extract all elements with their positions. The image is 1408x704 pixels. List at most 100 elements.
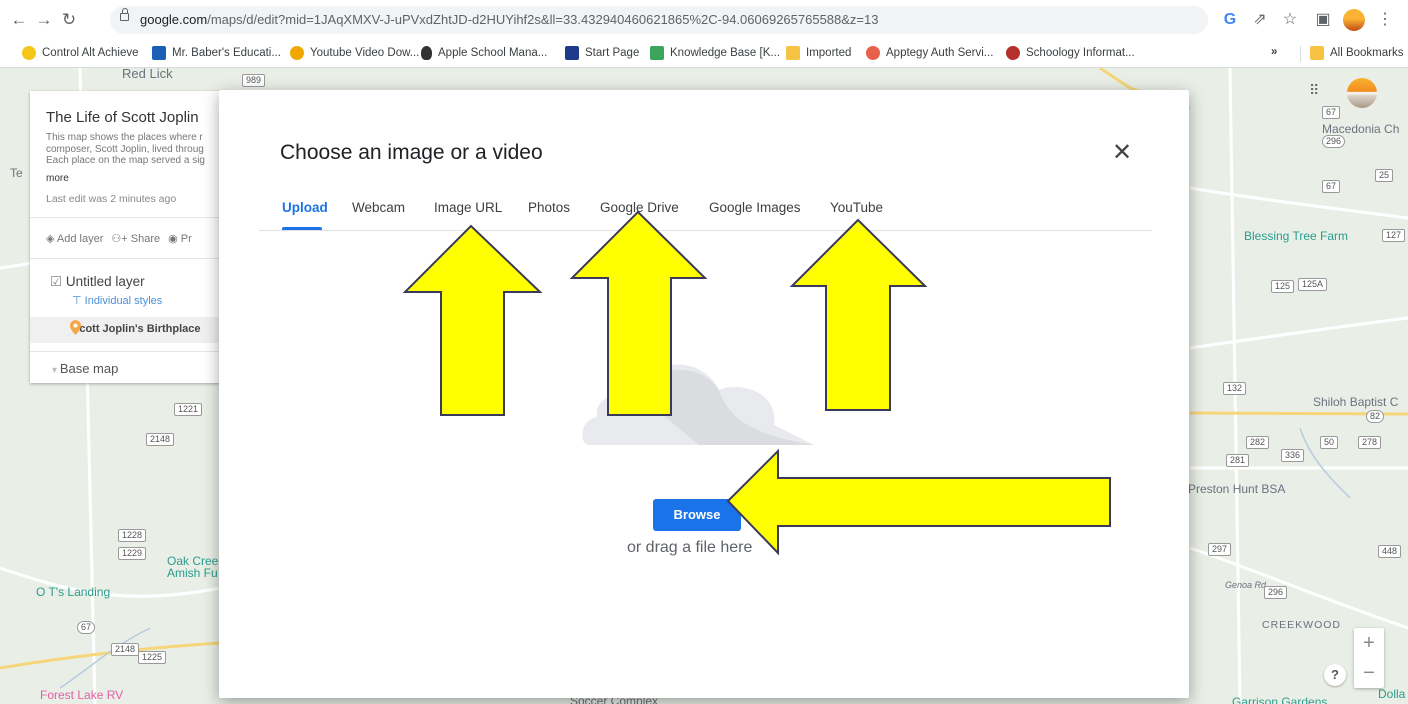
place-label: Blessing Tree Farm [1244,229,1349,243]
bookmark-item[interactable]: Apple School Mana... [421,46,547,60]
route-shield: 1225 [138,651,167,664]
more-link[interactable]: more [46,173,69,184]
route-shield: 2148 [111,643,140,656]
route-shield: 296 [1322,135,1346,148]
media-source-tabs: Upload Webcam Image URL Photos Google Dr… [259,190,1152,231]
bookmark-item[interactable]: Start Page [565,46,639,60]
browse-button[interactable]: Browse [653,499,741,531]
google-icon[interactable]: G [1220,9,1240,31]
star-icon[interactable]: ☆ [1280,9,1300,31]
map-title[interactable]: The Life of Scott Joplin [46,109,199,126]
tab-upload[interactable]: Upload [282,200,328,215]
add-person-icon: ⚇+ [111,233,131,245]
apps-grid-icon[interactable]: ⠿ [1309,82,1325,98]
route-shield: 448 [1378,545,1402,558]
url-text[interactable]: google.com/maps/d/edit?mid=1JAqXMXV-J-uP… [140,12,878,27]
layer-style-link[interactable]: ⊤ Individual styles [72,294,162,307]
map-details-panel: The Life of Scott Joplin This map shows … [30,91,230,383]
base-map-toggle[interactable]: ▾ Base map [52,361,118,376]
route-shield: 67 [77,621,96,634]
route-shield: 82 [1366,410,1385,423]
zoom-controls: + − [1354,628,1384,688]
address-bar[interactable]: google.com/maps/d/edit?mid=1JAqXMXV-J-uP… [110,6,1208,34]
place-label: Shiloh Baptist C [1313,395,1399,409]
route-shield: 336 [1281,449,1305,462]
bookmark-item[interactable]: Schoology Informat... [1006,46,1135,60]
close-icon[interactable]: ✕ [1111,141,1133,165]
route-shield: 297 [1208,543,1232,556]
bookmarks-bar: Control Alt Achieve Mr. Baber's Educati.… [0,40,1408,68]
bulb-icon [22,46,36,60]
road-label: Genoa Rd [1225,580,1267,590]
sidepanel-icon[interactable]: ▣ [1313,9,1333,31]
bookmark-item[interactable]: Mr. Baber's Educati... [152,46,281,60]
reload-icon[interactable]: ↻ [58,9,80,31]
panel-actions: ◈ Add layer ⚇+ Share ◉ Pr [46,232,192,245]
site-icon [650,46,664,60]
bookmarks-overflow[interactable]: » [1271,46,1277,58]
tab-photos[interactable]: Photos [528,200,570,215]
add-layer-button[interactable]: ◈ Add layer [46,232,103,245]
bookmark-item[interactable]: Knowledge Base [K... [650,46,780,60]
active-tab-indicator [282,227,322,230]
tab-google-images[interactable]: Google Images [709,200,801,215]
map-pin-icon [70,320,81,335]
route-shield: 1229 [118,547,147,560]
checkbox-icon[interactable]: ☑ [50,274,66,289]
bookmark-item[interactable]: Youtube Video Dow... [290,46,419,60]
drag-drop-hint: or drag a file here [627,539,753,556]
feature-label: Scott Joplin's Birthplace [72,323,201,335]
all-bookmarks[interactable]: All Bookmarks [1310,46,1404,60]
route-shield: 132 [1223,382,1247,395]
chevron-down-icon[interactable]: ▾ [52,365,60,376]
help-button[interactable]: ? [1324,664,1346,686]
kebab-menu-icon[interactable]: ⋮ [1375,9,1395,31]
insert-media-dialog: Choose an image or a video ✕ Upload Webc… [219,90,1189,698]
place-label: Garrison Gardens [1232,695,1328,704]
place-label: Red Lick [122,68,173,81]
share-button[interactable]: ⚇+ Share [111,232,160,245]
tab-google-drive[interactable]: Google Drive [600,200,679,215]
folder-icon [1310,46,1324,60]
route-shield: 278 [1358,436,1382,449]
tab-image-url[interactable]: Image URL [434,200,502,215]
route-shield: 1221 [174,403,203,416]
browser-toolbar: ← → ↻ google.com/maps/d/edit?mid=1JAqXMX… [0,0,1408,40]
map-description[interactable]: This map shows the places where r compos… [46,132,226,167]
place-label: Preston Hunt BSA [1188,482,1286,496]
bookmark-item[interactable]: Control Alt Achieve [22,46,139,60]
bookmark-item[interactable]: Apptegy Auth Servi... [866,46,993,60]
folder-icon [786,46,800,60]
avatar[interactable] [1347,78,1377,108]
site-icon [565,46,579,60]
profile-icon[interactable] [1343,9,1365,31]
place-label: Forest Lake RV [40,688,124,702]
forward-icon[interactable]: → [33,9,55,31]
share-icon[interactable]: ⇗ [1250,9,1270,31]
place-label: CREEKWOOD [1262,619,1342,631]
route-shield: 125 [1271,280,1295,293]
tab-webcam[interactable]: Webcam [352,200,405,215]
place-label: Amish Fu [167,566,218,580]
route-shield: 50 [1320,436,1339,449]
zoom-out-button[interactable]: − [1354,658,1384,688]
tab-youtube[interactable]: YouTube [830,200,883,215]
lock-icon [120,8,129,21]
layer-toggle[interactable]: ☑ Untitled layer [50,274,145,290]
route-shield: 296 [1264,586,1288,599]
site-icon [152,46,166,60]
place-label: Macedonia Ch [1322,122,1400,136]
back-icon[interactable]: ← [8,9,30,31]
layer-feature-item[interactable]: Scott Joplin's Birthplace [30,317,230,343]
paint-roller-icon: ⊤ [72,295,85,307]
route-shield: 125A [1298,278,1328,291]
route-shield: 989 [242,74,266,87]
eye-icon: ◉ [168,233,181,245]
layers-icon: ◈ [46,233,57,245]
zoom-in-button[interactable]: + [1354,628,1384,658]
bookmark-folder[interactable]: Imported [786,46,851,60]
divider [30,217,230,218]
preview-button[interactable]: ◉ Pr [168,232,192,245]
route-shield: 67 [1322,106,1341,119]
place-label: Dolla [1378,687,1406,701]
